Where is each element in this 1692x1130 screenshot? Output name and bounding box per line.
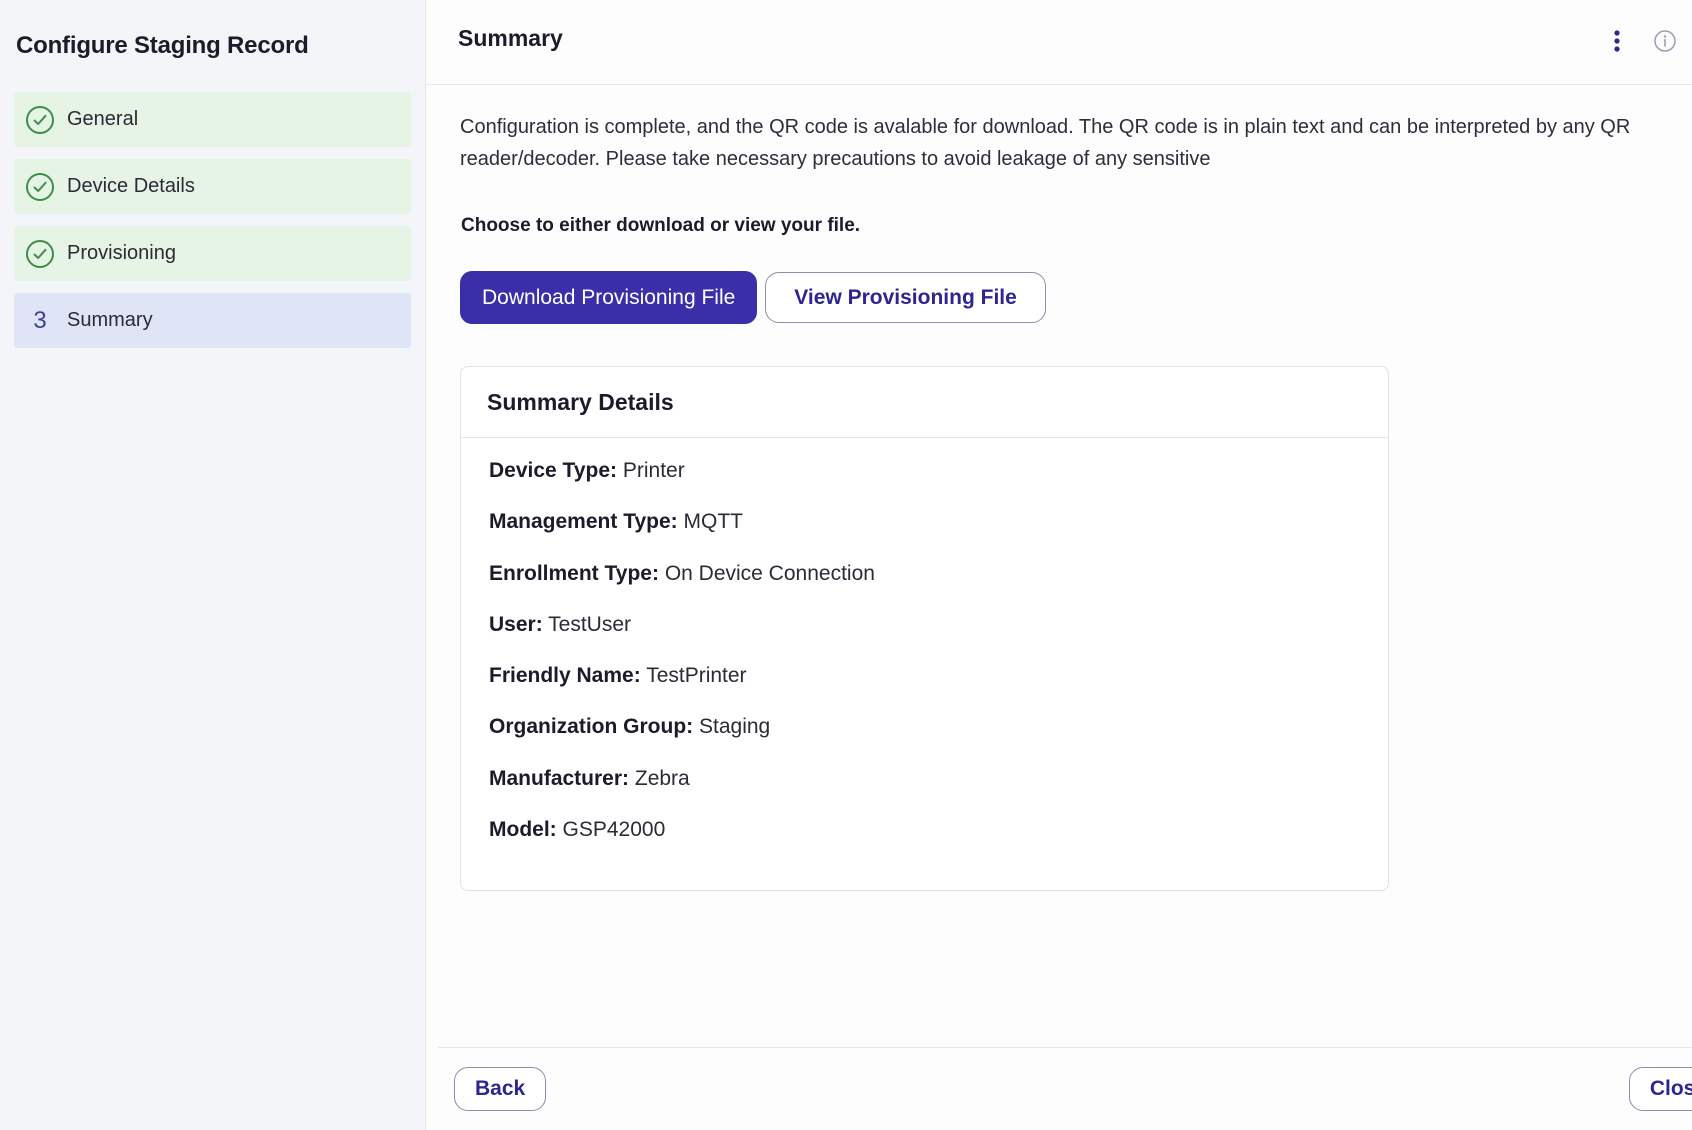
step-number: 3: [33, 306, 47, 334]
check-circle-icon: [26, 105, 54, 134]
step-label: General: [67, 108, 139, 130]
view-provisioning-file-button[interactable]: View Provisioning File: [765, 272, 1046, 323]
detail-value: Printer: [622, 459, 685, 482]
check-circle-icon: [26, 239, 54, 268]
close-button[interactable]: Close: [1628, 1067, 1692, 1111]
panel-content: Configuration is complete, and the QR co…: [426, 85, 1692, 892]
detail-value: TestUser: [548, 612, 632, 636]
detail-key: Enrollment Type:: [489, 561, 659, 585]
step-provisioning[interactable]: Provisioning: [14, 226, 411, 281]
detail-enrollment-type: Enrollment Type: On Device Connection: [489, 559, 1360, 610]
main-panel: Summary Configuration is complete, and t…: [426, 0, 1692, 1130]
detail-organization-group: Organization Group: Staging: [489, 712, 1360, 763]
step-label: Device Details: [67, 175, 195, 197]
wizard-title: Configure Staging Record: [16, 32, 309, 59]
summary-details-card: Summary Details Device Type: Printer Man…: [460, 366, 1389, 892]
completion-message: Configuration is complete, and the QR co…: [460, 116, 1631, 170]
info-icon[interactable]: [1652, 28, 1678, 54]
detail-value: GSP42000: [562, 818, 666, 842]
file-actions: Download Provisioning File View Provisio…: [460, 271, 1692, 324]
detail-manufacturer: Manufacturer: Zebra: [489, 764, 1360, 815]
detail-key: Management Type:: [489, 510, 678, 534]
detail-management-type: Management Type: MQTT: [489, 507, 1360, 558]
detail-value: TestPrinter: [646, 664, 747, 688]
step-device-details[interactable]: Device Details: [14, 159, 411, 214]
detail-model: Model: GSP42000: [489, 815, 1360, 866]
wizard-sidebar: Configure Staging Record General Device …: [0, 0, 426, 1130]
app-window: Configure Staging Record General Device …: [0, 0, 1692, 1130]
step-summary[interactable]: 3 Summary: [14, 293, 411, 348]
detail-friendly-name: Friendly Name: TestPrinter: [489, 661, 1360, 712]
download-provisioning-file-button[interactable]: Download Provisioning File: [460, 271, 758, 324]
page-title: Summary: [458, 24, 563, 51]
summary-details-list: Device Type: Printer Management Type: MQ…: [461, 438, 1388, 866]
detail-device-type: Device Type: Printer: [489, 456, 1360, 507]
detail-user: User: TestUser: [489, 610, 1360, 661]
kebab-menu-icon[interactable]: [1604, 28, 1630, 54]
detail-key: Friendly Name:: [489, 664, 641, 688]
detail-key: Organization Group:: [489, 715, 694, 739]
panel-footer: Back Close: [438, 1047, 1692, 1130]
header-actions: [1604, 28, 1692, 54]
panel-header: Summary: [426, 0, 1692, 85]
detail-key: Manufacturer:: [489, 766, 630, 790]
detail-key: User:: [489, 612, 543, 636]
detail-key: Device Type:: [489, 459, 617, 482]
detail-value: Staging: [699, 715, 771, 739]
back-button[interactable]: Back: [454, 1067, 547, 1111]
step-label: Summary: [67, 309, 153, 331]
detail-value: MQTT: [683, 510, 743, 534]
detail-value: Zebra: [634, 766, 690, 790]
step-label: Provisioning: [67, 242, 176, 264]
step-general[interactable]: General: [14, 92, 411, 147]
choose-instruction: Choose to either download or view your f…: [461, 215, 861, 236]
check-circle-icon: [26, 172, 54, 201]
summary-details-title: Summary Details: [461, 367, 1388, 438]
detail-value: On Device Connection: [664, 561, 875, 585]
detail-key: Model:: [489, 818, 557, 842]
